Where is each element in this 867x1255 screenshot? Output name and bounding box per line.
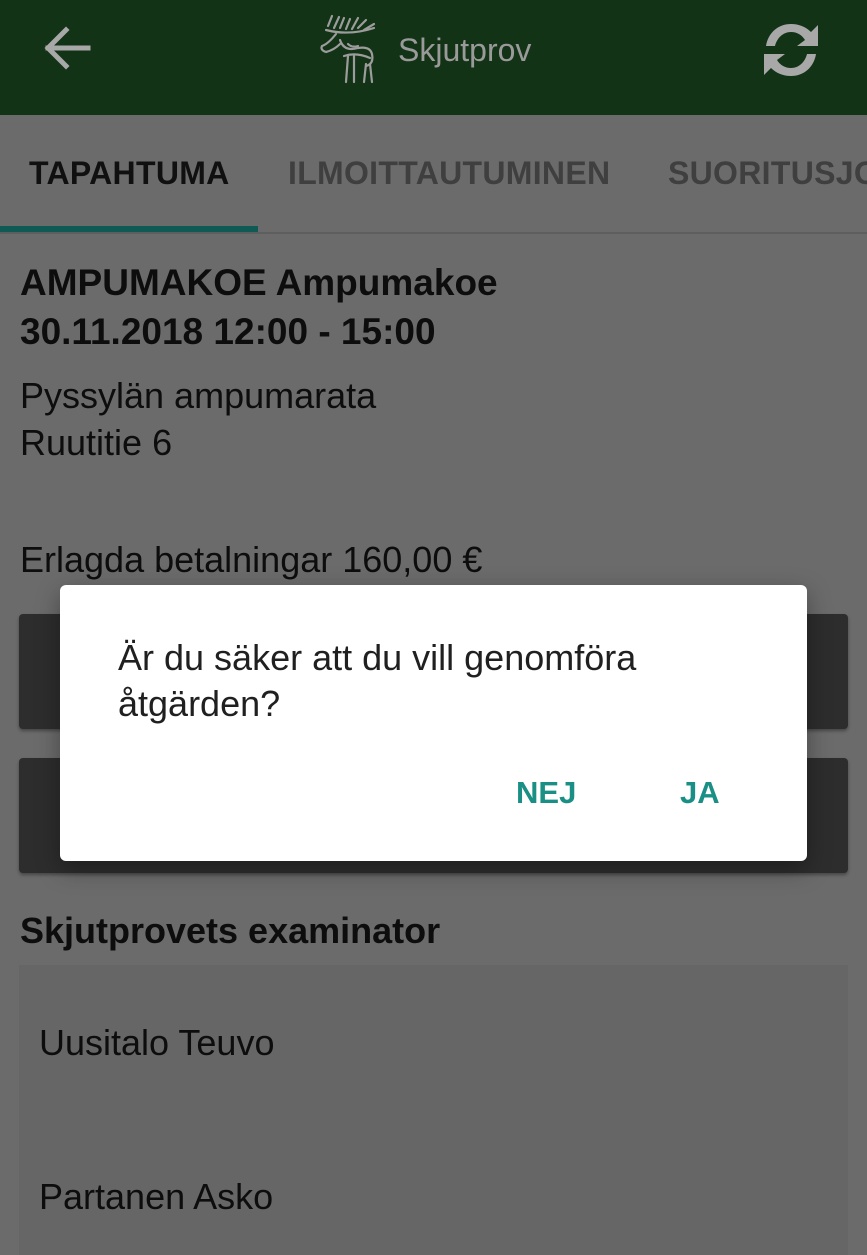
event-title-line1: AMPUMAKOE Ampumakoe [20, 262, 498, 303]
arrow-back-icon [44, 26, 91, 70]
refresh-button[interactable] [756, 16, 826, 84]
examiner-item[interactable]: Uusitalo Teuvo [39, 1020, 274, 1066]
payments-text: Erlagda betalningar 160,00 € [20, 539, 483, 580]
yes-button[interactable]: JA [670, 765, 730, 821]
moose-logo-icon [314, 12, 384, 84]
location-address: Ruutitie 6 [20, 422, 173, 463]
tab-bar: TAPAHTUMA ILMOITTAUTUMINEN SUORITUSJO [0, 115, 867, 234]
examiners-heading: Skjutprovets examinator [20, 910, 441, 951]
examiner-item[interactable]: Partanen Asko [39, 1174, 273, 1220]
dialog-message: Är du säker att du vill genomföra åtgärd… [118, 637, 637, 724]
examiners-list: Uusitalo Teuvo Partanen Asko [19, 965, 848, 1255]
event-datetime: 30.11.2018 12:00 - 15:00 [20, 311, 436, 352]
confirm-dialog: Är du säker att du vill genomföra åtgärd… [60, 585, 807, 861]
app-bar: Skjutprov [0, 0, 867, 115]
tab-tapahtuma[interactable]: TAPAHTUMA [29, 115, 230, 232]
app-title: Skjutprov [398, 32, 532, 68]
location-name: Pyssylän ampumarata [20, 375, 377, 416]
tab-indicator [0, 226, 258, 232]
tab-ilmoittautuminen[interactable]: ILMOITTAUTUMINEN [288, 115, 610, 232]
event-location: Pyssylän ampumarata Ruutitie 6 [20, 372, 376, 466]
back-button[interactable] [38, 22, 98, 74]
tab-suoritusjo[interactable]: SUORITUSJO [668, 115, 867, 232]
event-title: AMPUMAKOE Ampumakoe 30.11.2018 12:00 - 1… [20, 258, 498, 356]
refresh-icon [764, 24, 818, 76]
no-button[interactable]: NEJ [506, 765, 586, 821]
